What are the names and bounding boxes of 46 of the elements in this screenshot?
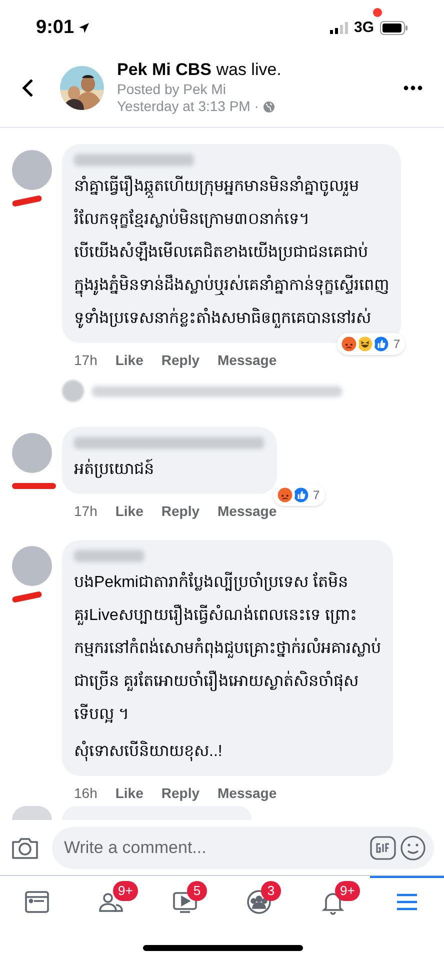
post-time: Yesterday at 3:13 PM · <box>117 98 259 116</box>
underline-marker <box>12 590 42 604</box>
reaction-pill[interactable]: 7 <box>337 333 405 355</box>
comment-action-link[interactable]: Reply <box>161 350 200 370</box>
comment-action-link[interactable]: Like <box>115 350 144 370</box>
network-label: 3G <box>354 18 374 38</box>
battery-icon <box>380 21 408 35</box>
reaction-pill[interactable]: 7 <box>272 484 325 506</box>
comment-action-link[interactable]: Reply <box>161 782 200 804</box>
comment-time: 17h <box>74 502 98 520</box>
comment-text: នាំគ្នាធ្វើរឿងឆ្កួតហើយក្រុមអ្នកមានមិននាំគ្នាចូលរួម រំលែកទុក្ខខ្មែរស្លាប់មិនក្រោម៣០នាក់ទេ។ បើយើងសំឡឹងមើលគេជិតខាងយើងប្រជាជនគេជាប់ ក្នុងរូងភ្នំមិនទាន់ដឹងស្លាប់ឬរស់គេនាំគ្នាកាន់ទុក្ខស្ទើរពេញ ទូទាំងប្រទេសនាក់ខ្លះតាំងសមាធិឲពួកគេបាននៅរស់ <box>74 170 389 335</box>
nav-tab[interactable]: 5 <box>148 876 222 926</box>
reaction-count: 7 <box>312 487 320 504</box>
comment-action-link[interactable]: Message <box>218 782 277 804</box>
comment-text: អត់ប្រយោជន៍ <box>74 453 265 486</box>
notification-badge: 5 <box>187 881 207 901</box>
location-arrow-icon <box>78 22 90 34</box>
comment-time: 17h <box>74 350 98 370</box>
groups-icon <box>244 887 274 917</box>
comment-text: បងPekmiជាតារាកំប្លែងល្បីប្រចាំប្រទេស តែមិន គួរLiveសប្បាយរឿងធ្វើសំណង់ពេលនេះទេ ព្រោះ កម្មករនៅកំពង់សោមកំពុងជួបគ្រោះថ្នាក់រលំអគារស្លាប់ ជាច្រើន គួរតែអោយចាំរឿងអោយស្ងាត់សិនចាំផុស ទើបល្អ ។ <box>74 566 381 731</box>
comment-time: 16h <box>74 784 98 802</box>
nav-tab[interactable]: 9+ <box>74 876 148 926</box>
nav-tab[interactable]: 3 <box>222 876 296 926</box>
comment-action-link[interactable]: Message <box>218 350 277 370</box>
notification-badge: 9+ <box>113 881 138 901</box>
back-icon <box>21 78 35 98</box>
gif-icon[interactable] <box>370 836 396 860</box>
emoji-icon[interactable] <box>400 834 426 860</box>
blurred-name <box>74 550 144 562</box>
comment-field[interactable]: Write a comment... <box>52 826 434 868</box>
notification-badge: 9+ <box>335 881 360 901</box>
nav-tab[interactable]: 9+ <box>296 876 370 926</box>
comment-text: សុំទោសបើនិយាយខុស..! <box>74 735 381 768</box>
comment-action-link[interactable]: Like <box>115 500 144 522</box>
globe-icon <box>262 100 275 113</box>
post-title: Pek Mi CBS was live. <box>117 59 282 81</box>
reaction-count: 7 <box>393 336 400 353</box>
comment-action-link[interactable]: Like <box>115 782 144 804</box>
more-icon <box>403 84 423 90</box>
signal-icon <box>330 22 348 34</box>
underline-marker <box>12 194 42 208</box>
notification-badge: 3 <box>261 881 281 901</box>
underline-marker <box>12 483 56 489</box>
comment-action-link[interactable]: Reply <box>161 500 200 522</box>
clock-time: 9:01 <box>36 16 74 40</box>
posted-by-text: Posted by Pek Mi <box>117 80 227 98</box>
